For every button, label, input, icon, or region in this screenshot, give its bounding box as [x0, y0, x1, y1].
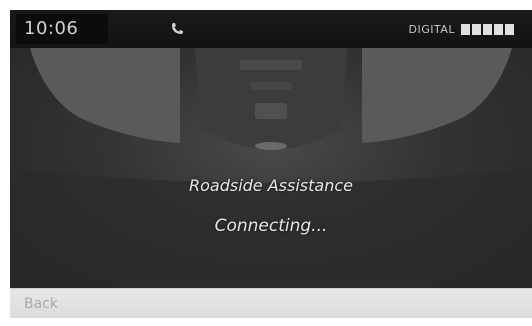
console-control: [250, 82, 292, 90]
network-indicator: DIGITAL: [408, 20, 514, 38]
signal-bar: [494, 23, 503, 35]
back-button[interactable]: Back: [24, 289, 58, 319]
clock: 10:06: [16, 14, 108, 44]
signal-bar: [461, 23, 470, 35]
network-label: DIGITAL: [408, 22, 455, 36]
signal-strength-icon: [461, 23, 514, 35]
call-title: Roadside Assistance: [189, 176, 353, 195]
status-bar: 10:06 DIGITAL: [10, 10, 532, 48]
signal-bar: [505, 23, 514, 35]
signal-bar: [483, 23, 492, 35]
call-status: Connecting...: [214, 216, 328, 236]
dashboard-left-wing: [30, 48, 180, 143]
dashboard-right-wing: [362, 48, 512, 143]
console-light: [255, 142, 287, 150]
console-knob: [255, 103, 287, 119]
dashboard-illustration: [10, 48, 532, 288]
head-unit-screen: 10:06 DIGITAL Roadside Assistance Connec…: [10, 10, 532, 288]
footer-bar: Back: [10, 288, 532, 318]
signal-bar: [472, 23, 481, 35]
phone-handset-icon: [172, 23, 183, 34]
console-vent: [240, 60, 302, 70]
